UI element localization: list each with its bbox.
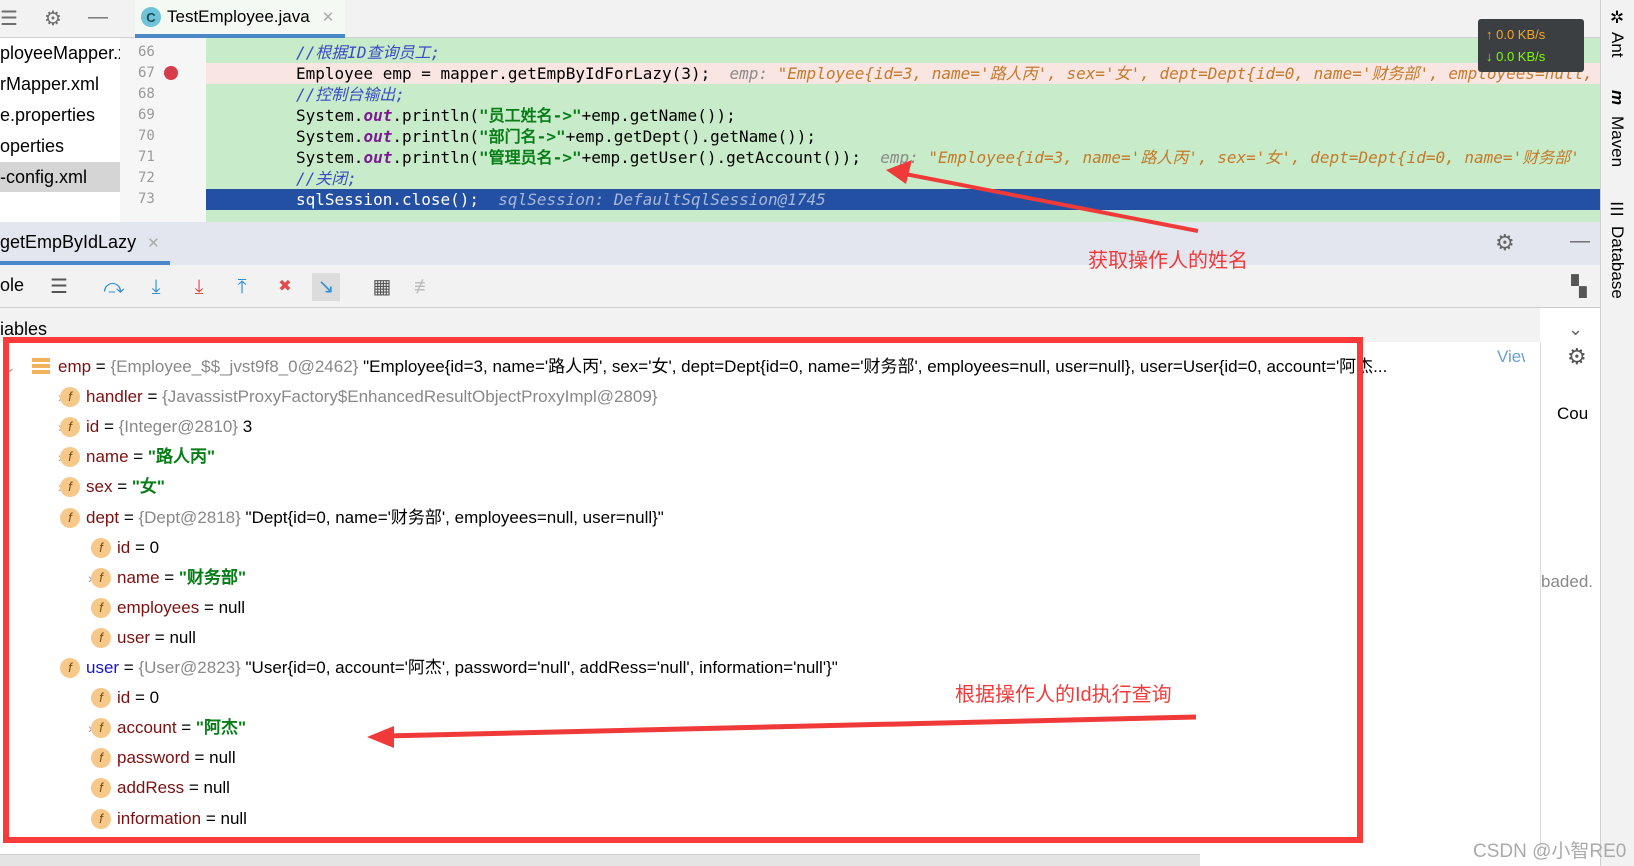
- arrow-head-2: [367, 726, 394, 748]
- watermark: CSDN @小智RE0: [1473, 841, 1627, 862]
- annotation-arrows: [367, 160, 1199, 748]
- arrow-line-1: [899, 171, 1199, 233]
- annotation-query-by-id: 根据操作人的Id执行查询: [955, 684, 1172, 706]
- annotation-get-name: 获取操作人的姓名: [1088, 250, 1248, 272]
- arrow-head-1: [886, 160, 912, 184]
- arrow-line-2: [384, 714, 1197, 739]
